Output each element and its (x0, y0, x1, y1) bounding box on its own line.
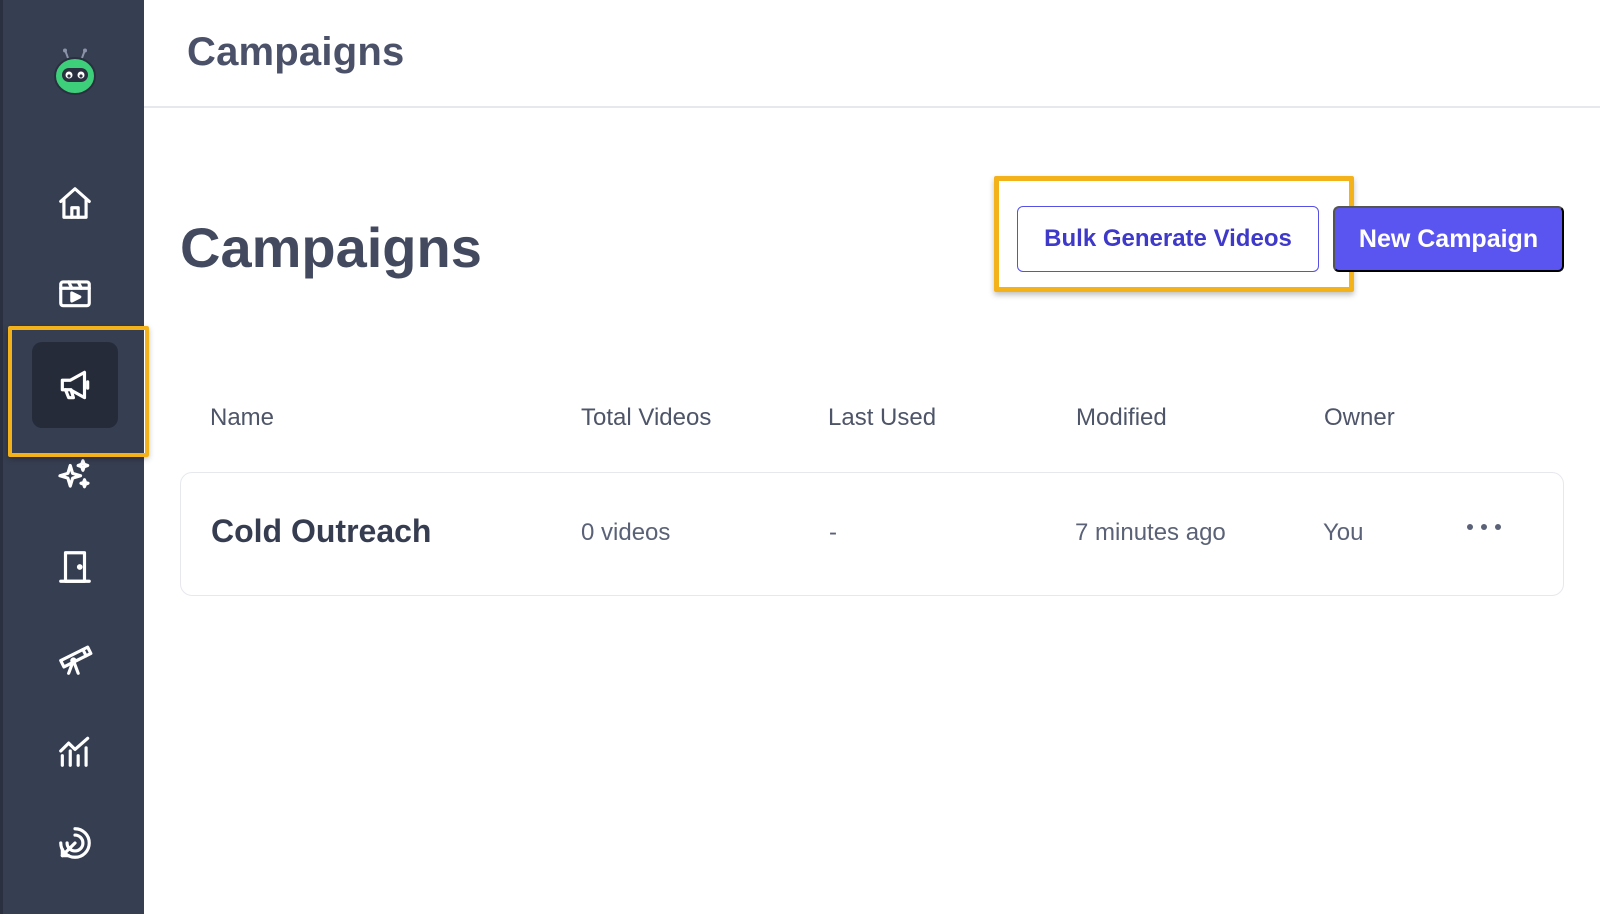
sidebar-item-targeting[interactable] (32, 800, 118, 886)
sidebar (0, 0, 144, 914)
home-icon (59, 187, 91, 219)
highlight-frame-campaigns-nav (8, 326, 149, 457)
campaign-name[interactable]: Cold Outreach (211, 513, 431, 550)
telescope-icon (59, 645, 93, 675)
video-clapper-icon (59, 280, 91, 308)
sparkles-icon (58, 459, 90, 489)
campaign-modified: 7 minutes ago (1075, 519, 1226, 546)
sidebar-item-rooms[interactable] (32, 524, 118, 610)
topbar: Campaigns (144, 0, 1600, 108)
sidebar-item-home[interactable] (32, 160, 118, 246)
door-icon (59, 551, 91, 583)
column-header-owner[interactable]: Owner (1324, 404, 1395, 432)
campaign-owner: You (1323, 519, 1364, 546)
column-header-modified[interactable]: Modified (1076, 404, 1167, 432)
more-options-icon[interactable] (1467, 517, 1501, 537)
campaign-last-used: - (829, 519, 837, 546)
sidebar-item-analytics[interactable] (32, 708, 118, 794)
topbar-title: Campaigns (187, 30, 405, 74)
table-row[interactable]: Cold Outreach 0 videos - 7 minutes ago Y… (180, 472, 1564, 596)
target-pointer-icon (59, 827, 91, 859)
column-header-last-used[interactable]: Last Used (828, 404, 936, 432)
bulk-generate-videos-button[interactable]: Bulk Generate Videos (1017, 206, 1319, 272)
sidebar-item-videos[interactable] (32, 250, 118, 336)
campaign-total-videos: 0 videos (581, 519, 671, 546)
column-header-name[interactable]: Name (210, 404, 274, 432)
app-logo-icon[interactable] (52, 48, 98, 96)
new-campaign-button[interactable]: New Campaign (1333, 206, 1564, 272)
analytics-chart-icon (59, 736, 90, 767)
sidebar-item-explore[interactable] (32, 616, 118, 702)
column-header-total-videos[interactable]: Total Videos (581, 404, 711, 432)
page-title: Campaigns (180, 216, 482, 279)
